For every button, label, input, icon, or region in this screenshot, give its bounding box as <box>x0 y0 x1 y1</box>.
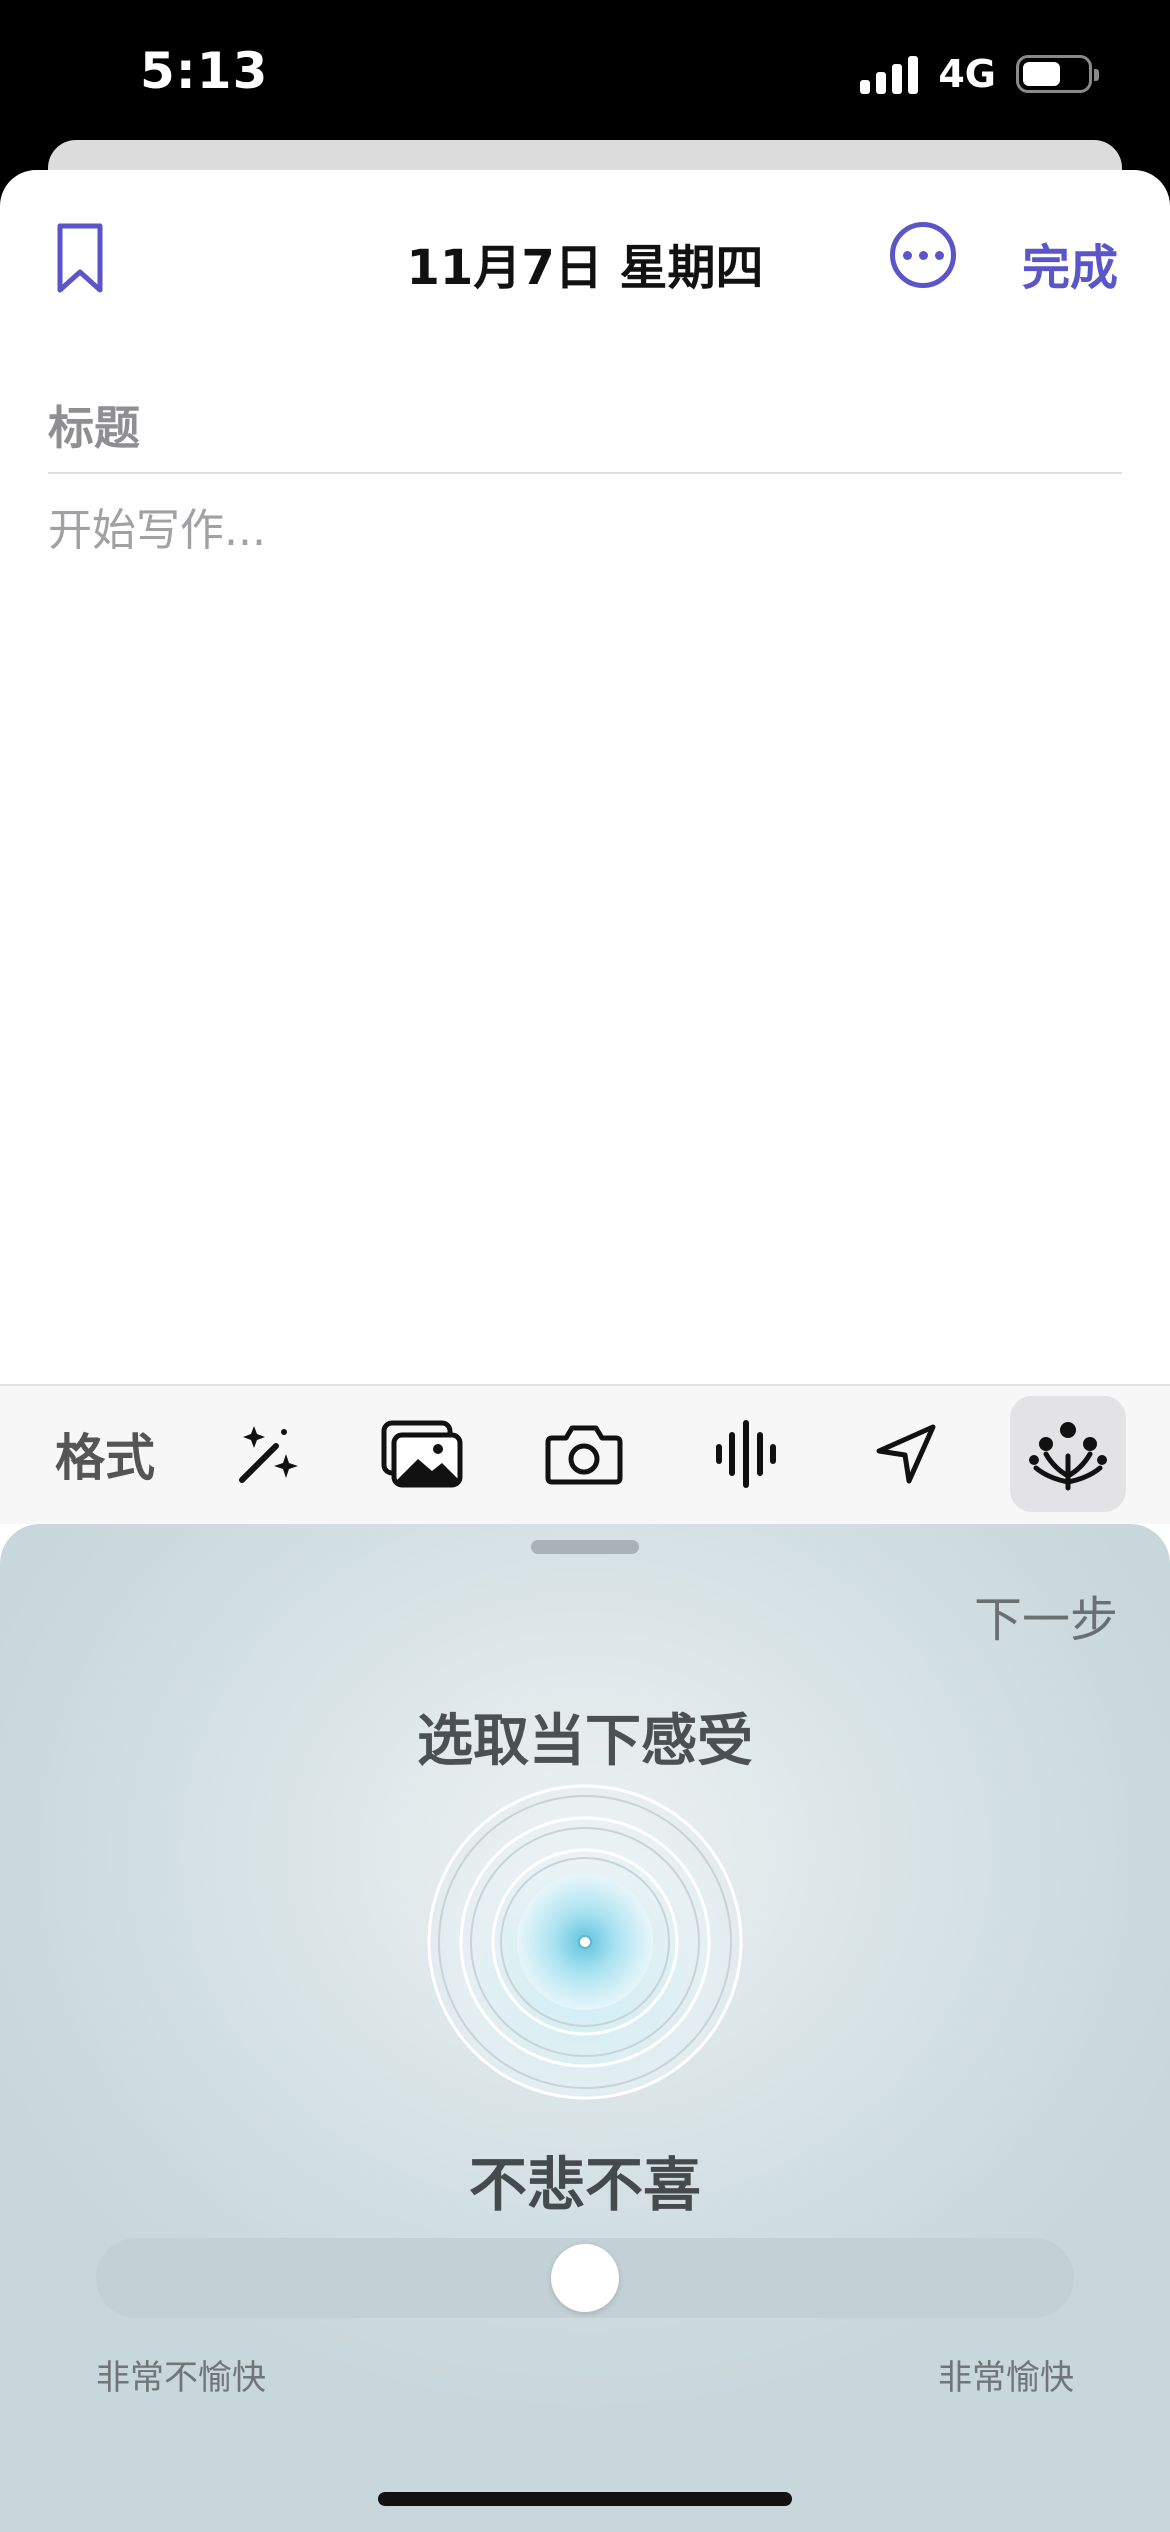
status-indicators: 4G <box>860 52 1099 96</box>
mood-slider[interactable] <box>96 2238 1074 2318</box>
battery-level <box>1023 62 1061 86</box>
mood-orb[interactable] <box>425 1782 745 2102</box>
status-time: 5:13 <box>140 42 269 100</box>
mood-slider-thumb[interactable] <box>551 2244 619 2312</box>
cellular-signal-icon <box>860 54 919 94</box>
current-mood-label: 不悲不喜 <box>468 2151 701 2219</box>
entry-date-title: 11月7日 星期四 <box>406 240 764 296</box>
camera-icon <box>545 1425 623 1485</box>
journal-entry-sheet: 11月7日 星期四 完成 格式 <box>0 170 1170 2532</box>
body-field[interactable] <box>48 482 1122 982</box>
location-button[interactable] <box>856 1396 956 1512</box>
camera-button[interactable] <box>534 1396 634 1512</box>
magic-wand-button[interactable] <box>218 1396 318 1512</box>
waveform-icon <box>716 1420 776 1488</box>
format-button[interactable]: 格式 <box>40 1396 170 1512</box>
home-indicator <box>378 2492 792 2506</box>
slider-max-label: 非常愉快 <box>938 2358 1074 2398</box>
panel-grabber[interactable] <box>531 1540 639 1554</box>
mood-heading: 选取当下感受 <box>417 1709 753 1774</box>
next-step-button[interactable]: 下一步 <box>974 1580 1118 1650</box>
location-arrow-icon <box>876 1424 936 1484</box>
editor-toolbar: 格式 <box>0 1384 1170 1524</box>
ellipsis-icon <box>902 250 912 260</box>
photo-library-button[interactable] <box>372 1396 472 1512</box>
network-type: 4G <box>938 52 996 96</box>
mood-button[interactable] <box>1010 1396 1126 1512</box>
photo-library-icon <box>381 1420 463 1488</box>
title-field[interactable] <box>48 388 1122 468</box>
done-button[interactable]: 完成 <box>1022 228 1118 298</box>
nav-bar: 11月7日 星期四 完成 <box>0 170 1170 340</box>
title-divider <box>48 472 1122 474</box>
status-bar: 5:13 4G <box>0 0 1170 150</box>
magic-wand-icon <box>239 1426 298 1483</box>
mood-panel: 下一步 选取当下感受 不悲不喜 非常不愉快 非常愉快 <box>0 1524 1170 2532</box>
battery-icon <box>1016 55 1099 93</box>
slider-min-label: 非常不愉快 <box>96 2358 266 2398</box>
audio-record-button[interactable] <box>696 1396 796 1512</box>
mood-sparkle-icon <box>1029 1422 1107 1491</box>
more-options-button[interactable] <box>890 222 956 288</box>
